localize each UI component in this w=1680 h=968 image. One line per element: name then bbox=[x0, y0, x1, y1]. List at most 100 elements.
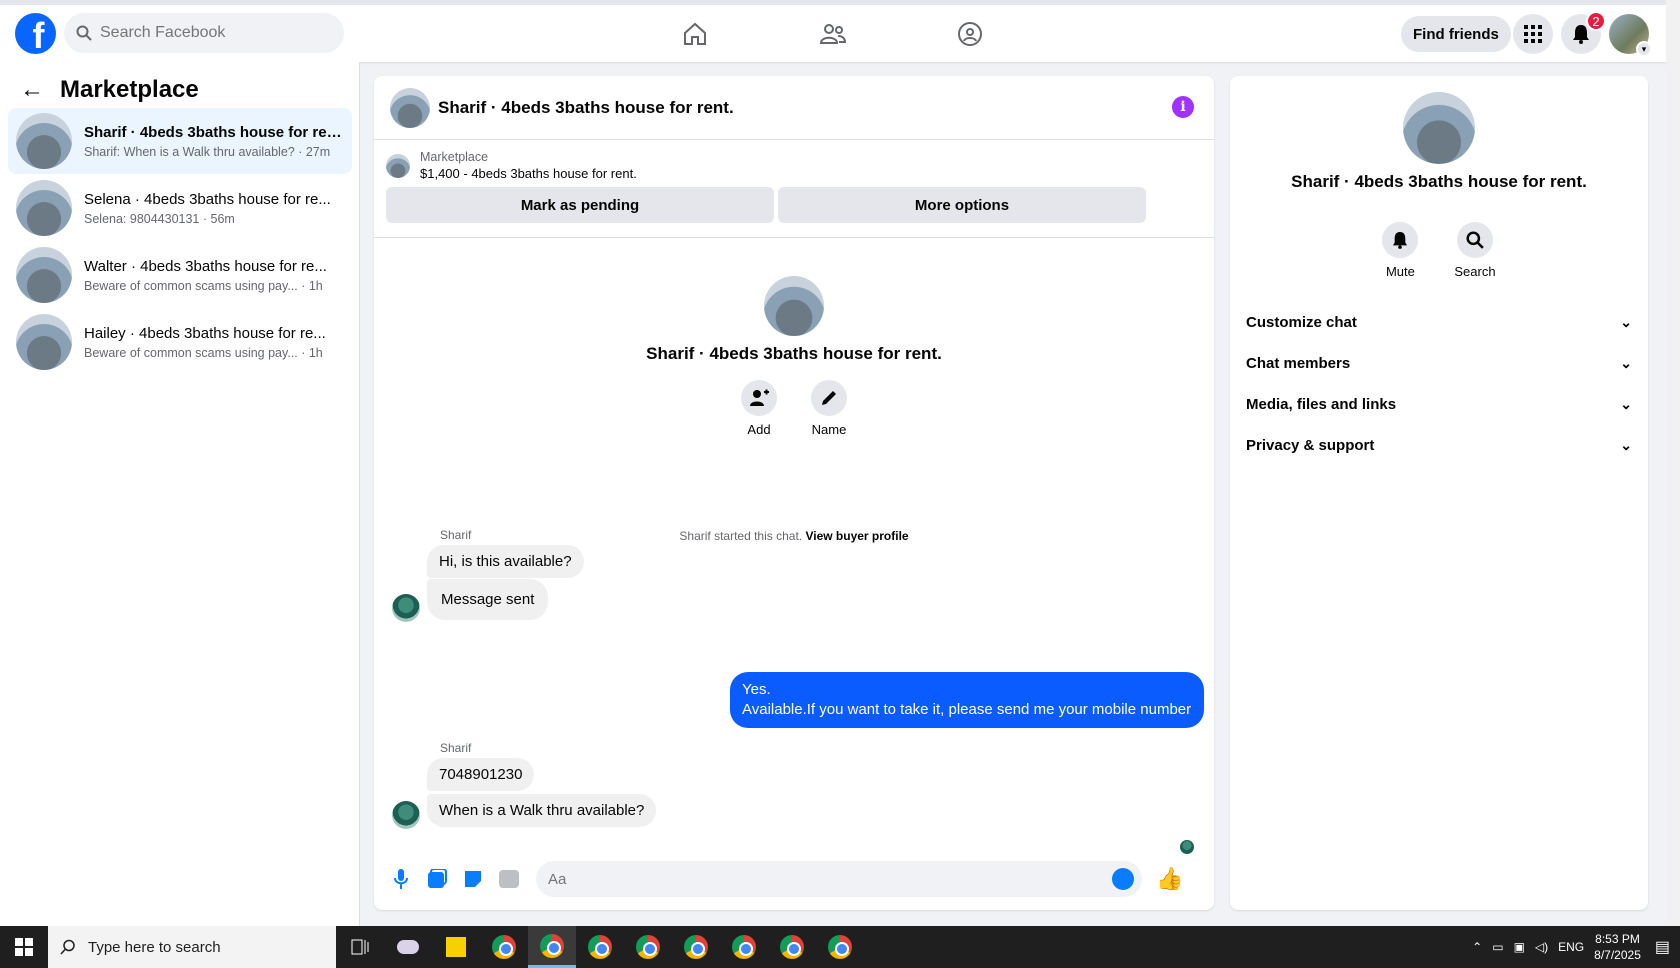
house-avatar bbox=[764, 276, 824, 336]
chevron-up-icon[interactable]: ⌃ bbox=[1472, 940, 1482, 954]
system-note-text: Sharif started this chat. bbox=[679, 529, 806, 543]
friends-icon[interactable] bbox=[818, 19, 848, 49]
clock[interactable]: 8:53 PM 8/7/2025 bbox=[1594, 931, 1641, 963]
back-arrow-icon[interactable]: ← bbox=[20, 76, 44, 104]
house-avatar bbox=[16, 314, 72, 370]
message-input[interactable] bbox=[548, 870, 1088, 888]
chrome-icon[interactable] bbox=[624, 926, 672, 968]
chevron-down-icon[interactable]: ▾ bbox=[1636, 41, 1652, 57]
network-icon[interactable]: ▣ bbox=[1514, 940, 1525, 954]
chevron-down-icon: ⌄ bbox=[1620, 354, 1632, 371]
info-icon[interactable]: i bbox=[1172, 96, 1194, 118]
taskbar-search-box[interactable]: Type here to search bbox=[48, 926, 336, 968]
conversation-item[interactable]: Selena · 4beds 3baths house for re... Se… bbox=[8, 175, 352, 241]
media-files-links-section[interactable]: Media, files and links ⌄ bbox=[1246, 384, 1632, 424]
add-people-button[interactable]: Add bbox=[741, 380, 777, 437]
privacy-support-section[interactable]: Privacy & support ⌄ bbox=[1246, 425, 1632, 465]
view-buyer-profile-link[interactable]: View buyer profile bbox=[805, 529, 908, 543]
chat-title[interactable]: Sharif · 4beds 3baths house for rent. bbox=[438, 98, 734, 118]
message-bubble[interactable]: Hi, is this available? bbox=[427, 545, 584, 578]
page-scrollbar[interactable] bbox=[1666, 0, 1680, 926]
message-bubble[interactable]: When is a Walk thru available? bbox=[427, 794, 657, 827]
clock-date: 8/7/2025 bbox=[1594, 948, 1641, 962]
conversation-title: Sharif · 4beds 3baths house for rent. bbox=[84, 123, 344, 141]
battery-icon[interactable]: ▭ bbox=[1492, 940, 1503, 954]
listing-price[interactable]: $1,400 - 4beds 3baths house for rent. bbox=[420, 166, 637, 181]
section-label: Privacy & support bbox=[1246, 436, 1375, 454]
microphone-icon[interactable] bbox=[390, 868, 412, 890]
section-label: Customize chat bbox=[1246, 313, 1357, 331]
conversation-title: Selena · 4beds 3baths house for re... bbox=[84, 190, 331, 208]
conversation-title: Walter · 4beds 3baths house for re... bbox=[84, 257, 327, 275]
mute-label: Mute bbox=[1385, 264, 1415, 279]
weather-app-icon[interactable] bbox=[384, 926, 432, 968]
sticker-icon[interactable] bbox=[462, 868, 484, 890]
gif-icon[interactable] bbox=[498, 868, 520, 890]
search-icon bbox=[76, 25, 92, 41]
home-icon[interactable] bbox=[680, 19, 710, 49]
conversation-title: Hailey · 4beds 3baths house for re... bbox=[84, 324, 326, 342]
message-input-box[interactable] bbox=[536, 861, 1142, 897]
section-label: Chat members bbox=[1246, 354, 1351, 372]
add-label: Add bbox=[747, 422, 771, 437]
chrome-icon[interactable] bbox=[768, 926, 816, 968]
marketplace-listing-bar: Marketplace $1,400 - 4beds 3baths house … bbox=[374, 140, 1214, 238]
chrome-icon[interactable] bbox=[480, 926, 528, 968]
customize-chat-section[interactable]: Customize chat ⌄ bbox=[1246, 302, 1632, 342]
sticky-notes-icon[interactable] bbox=[432, 926, 480, 968]
search-in-chat-button[interactable]: Search bbox=[1454, 222, 1496, 279]
conversation-preview: Selena: 9804430131 · 56m bbox=[84, 211, 235, 226]
language-indicator[interactable]: ENG bbox=[1558, 940, 1584, 954]
house-avatar[interactable] bbox=[390, 87, 430, 128]
taskbar-search-placeholder: Type here to search bbox=[88, 938, 221, 956]
bell-icon bbox=[1393, 232, 1408, 249]
conversation-item[interactable]: Sharif · 4beds 3baths house for rent. Sh… bbox=[8, 108, 352, 174]
search-input[interactable] bbox=[100, 24, 320, 42]
notification-center-icon[interactable]: ▤ bbox=[1655, 937, 1670, 957]
section-label: Media, files and links bbox=[1246, 395, 1397, 413]
facebook-logo[interactable]: f bbox=[15, 13, 56, 54]
windows-taskbar: Type here to search ⌃ ▭ ▣ ◁) ENG 8:53 PM… bbox=[0, 926, 1680, 968]
menu-grid-icon[interactable] bbox=[1513, 14, 1553, 54]
task-view-icon[interactable] bbox=[336, 926, 384, 968]
sender-name: Sharif bbox=[440, 528, 472, 542]
chrome-icon[interactable] bbox=[576, 926, 624, 968]
message-bubble[interactable]: 7048901230 bbox=[427, 758, 535, 791]
conversation-item[interactable]: Hailey · 4beds 3baths house for re... Be… bbox=[8, 309, 352, 375]
windows-start-icon[interactable] bbox=[0, 926, 48, 968]
message-bubble[interactable]: Message sent bbox=[427, 579, 549, 620]
sidebar-header: ← Marketplace bbox=[20, 76, 199, 104]
find-friends-button[interactable]: Find friends bbox=[1401, 16, 1511, 52]
chrome-icon[interactable] bbox=[720, 926, 768, 968]
mark-as-pending-button[interactable]: Mark as pending bbox=[386, 187, 774, 223]
add-person-icon bbox=[750, 389, 769, 406]
pencil-icon bbox=[822, 391, 836, 405]
photo-icon[interactable] bbox=[426, 868, 448, 890]
conversation-item[interactable]: Walter · 4beds 3baths house for re... Be… bbox=[8, 242, 352, 308]
emoji-icon[interactable] bbox=[1112, 868, 1134, 890]
chrome-icon[interactable] bbox=[816, 926, 864, 968]
volume-icon[interactable]: ◁) bbox=[1535, 940, 1548, 954]
sender-avatar[interactable] bbox=[392, 801, 420, 829]
name-chat-button[interactable]: Name bbox=[811, 380, 847, 437]
thumbs-up-icon[interactable]: 👍 bbox=[1156, 866, 1183, 892]
more-options-button[interactable]: More options bbox=[778, 187, 1146, 223]
house-avatar bbox=[16, 113, 72, 169]
mute-button[interactable]: Mute bbox=[1382, 222, 1419, 279]
chat-intro-profile: Sharif · 4beds 3baths house for rent. Ad… bbox=[374, 276, 1214, 437]
groups-icon[interactable] bbox=[955, 19, 985, 49]
chat-members-section[interactable]: Chat members ⌄ bbox=[1246, 343, 1632, 383]
top-navigation-bar: f Find friends 2 ▾ bbox=[0, 0, 1666, 62]
chevron-down-icon: ⌄ bbox=[1620, 313, 1632, 330]
chrome-icon[interactable] bbox=[528, 926, 576, 968]
conversation-preview: Beware of common scams using pay... · 1h bbox=[84, 278, 323, 293]
chat-started-note: Sharif started this chat. View buyer pro… bbox=[374, 529, 1214, 543]
chrome-icon[interactable] bbox=[672, 926, 720, 968]
marketplace-label: Marketplace bbox=[420, 150, 489, 164]
search-box[interactable] bbox=[64, 13, 344, 53]
sidebar-title: Marketplace bbox=[60, 76, 199, 103]
sender-avatar[interactable] bbox=[392, 594, 420, 622]
sender-name: Sharif bbox=[440, 741, 472, 755]
listing-thumbnail[interactable] bbox=[386, 153, 410, 178]
my-message-bubble[interactable]: Yes. Available.If you want to take it, p… bbox=[730, 672, 1204, 728]
